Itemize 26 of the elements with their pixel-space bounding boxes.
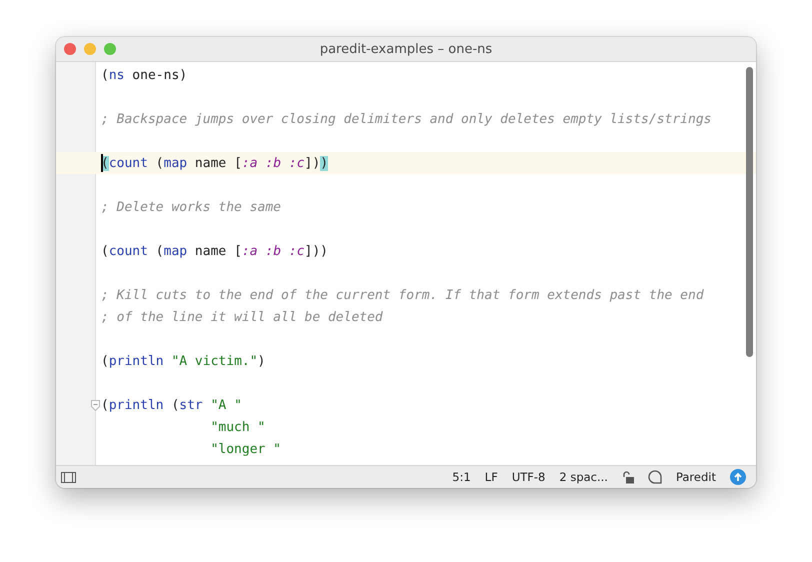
code-line: (count (map name [:a :b :c])) bbox=[101, 156, 328, 170]
code-line: "much " bbox=[210, 420, 266, 434]
code-line: ; Kill cuts to the end of the current form. If that form extends past the end bbox=[101, 288, 704, 302]
code-line: (println (str "A " bbox=[101, 398, 242, 412]
speech-bubble-icon[interactable] bbox=[648, 470, 662, 484]
caret-position[interactable]: 5:1 bbox=[452, 470, 471, 484]
minimize-button[interactable] bbox=[84, 43, 96, 55]
code-line: (println "A victim.") bbox=[101, 354, 266, 368]
scrollbar[interactable] bbox=[746, 67, 753, 357]
line-separator[interactable]: LF bbox=[484, 470, 498, 484]
paredit-mode[interactable]: Paredit bbox=[676, 470, 716, 484]
window-title: paredit-examples – one-ns bbox=[320, 42, 492, 56]
indent-setting[interactable]: 2 spac... bbox=[559, 470, 608, 484]
close-button[interactable] bbox=[64, 43, 76, 55]
zoom-button[interactable] bbox=[104, 43, 116, 55]
code-line: (count (map name [:a :b :c])) bbox=[101, 244, 328, 258]
code-line: (ns one-ns) bbox=[101, 68, 188, 82]
file-encoding[interactable]: UTF-8 bbox=[512, 470, 546, 484]
code-line: "longer " bbox=[210, 442, 282, 456]
fold-icon[interactable] bbox=[91, 400, 100, 411]
code-line: ; Backspace jumps over closing delimiters and only deletes empty lists/strings bbox=[101, 112, 712, 126]
padlock-icon[interactable] bbox=[622, 470, 634, 484]
code-line: ; Delete works the same bbox=[101, 200, 282, 214]
text-cursor bbox=[101, 154, 103, 172]
panel-toggle-icon[interactable] bbox=[61, 472, 76, 482]
code-line: ; of the line it will all be deleted bbox=[101, 310, 383, 324]
